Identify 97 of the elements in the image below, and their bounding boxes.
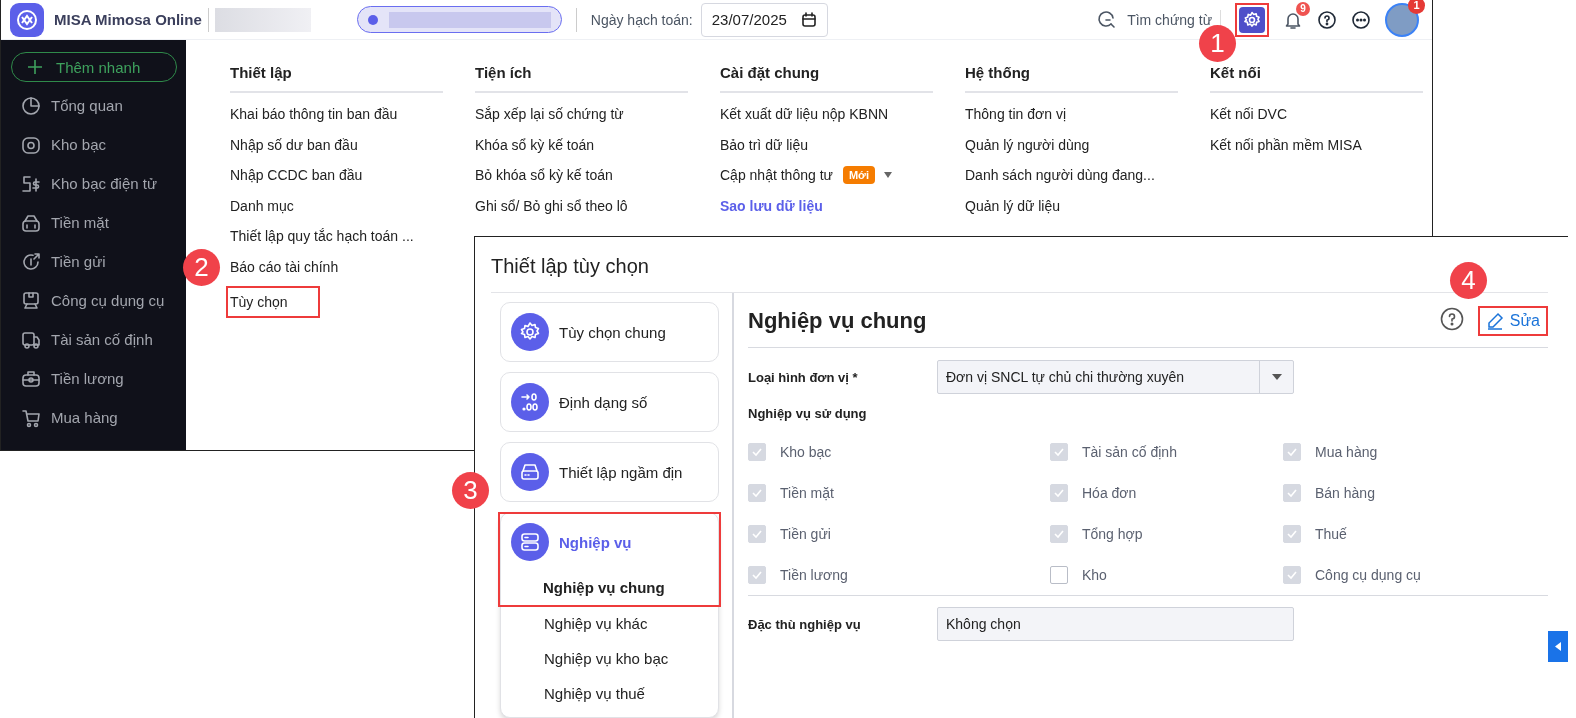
options-subnav-item[interactable]: Nghiệp vụ kho bạc <box>501 641 718 676</box>
sidebar-item[interactable]: Tiền mặt <box>11 203 177 242</box>
menu-item[interactable]: Kết xuất dữ liệu nộp KBNN <box>716 100 891 129</box>
avatar-badge: 1 <box>1408 0 1425 14</box>
menu-item[interactable]: Nhập CCDC ban đầu <box>226 161 365 190</box>
date-label: Ngày hạch toán: <box>590 11 693 28</box>
menu-item[interactable]: Báo cáo tài chính <box>226 252 341 281</box>
app-logo[interactable] <box>10 2 44 37</box>
caret-down-icon <box>1271 374 1282 380</box>
options-subnav-item[interactable]: Nghiệp vụ thuế <box>501 676 718 711</box>
options-subnav-item[interactable]: Nghiệp vụ khác <box>501 606 718 641</box>
menu-item[interactable]: Thiết lập quy tắc hạch toán ... <box>226 222 416 251</box>
options-nav-item[interactable]: Định dạng số <box>500 374 719 430</box>
truck-icon <box>21 329 41 350</box>
menu-item[interactable]: Khóa sổ kỳ kế toán <box>471 130 597 159</box>
options-subnav-item[interactable]: Nghiệp vụ chung <box>500 570 719 605</box>
notification-count: 9 <box>1296 1 1310 16</box>
edit-button[interactable]: Sửa <box>1477 306 1548 336</box>
menu-item[interactable]: Nhập số dư ban đầu <box>226 130 360 159</box>
field-label: Đặc thù nghiệp vụ <box>748 616 862 632</box>
menu-item[interactable]: Danh mục <box>226 191 296 220</box>
menu-item[interactable]: Khai báo thông tin ban đầu <box>226 100 400 129</box>
more-icon[interactable] <box>1351 9 1371 30</box>
menu-heading: Hệ thống <box>965 64 1178 93</box>
help-icon[interactable] <box>1439 307 1464 331</box>
checkbox-label: Bán hàng <box>1315 484 1375 501</box>
section-label: Nghiệp vụ sử dụng <box>748 406 868 421</box>
calendar-icon <box>800 11 817 28</box>
options-nav-item[interactable]: Tùy chọn chung <box>500 304 719 360</box>
checkbox-label: Tài sản cố định <box>1082 443 1177 460</box>
menu-item[interactable]: Cập nhật thông tư <box>716 161 835 190</box>
menu-heading: Kết nối <box>1210 64 1423 93</box>
dialog-title: Thiết lập tùy chọn <box>490 254 650 279</box>
server-icon <box>519 531 541 553</box>
cash-bag-icon <box>21 212 41 233</box>
gear-icon <box>519 321 541 343</box>
checkbox-label: Tiền gửi <box>780 525 831 542</box>
options-nav-item[interactable]: Nghiệp vụ <box>500 514 719 570</box>
menu-heading: Tiện ích <box>475 64 688 93</box>
menu-item[interactable]: Thông tin đơn vị <box>961 100 1068 129</box>
menu-link[interactable]: Sao lưu dữ liệu <box>716 191 825 220</box>
settings-icon <box>1243 10 1261 29</box>
menu-item[interactable]: Danh sách người dùng đang... <box>961 161 1157 190</box>
checkbox-label: Kho bạc <box>780 443 832 460</box>
caret-left-icon <box>1555 642 1561 651</box>
menu-item[interactable]: Ghi sổ/ Bỏ ghi sổ theo lô <box>471 191 630 220</box>
sidebar-item[interactable]: Kho bạc <box>11 125 177 164</box>
business-feature-field[interactable]: Không chọn <box>937 607 1294 641</box>
checkbox-label: Tiền mặt <box>780 484 834 501</box>
menu-item[interactable]: Quản lý người dùng <box>961 130 1092 159</box>
pencil-icon <box>1485 312 1504 330</box>
menu-item[interactable]: Bỏ khóa sổ kỳ kế toán <box>471 161 615 190</box>
menu-heading: Cài đặt chung <box>720 64 933 93</box>
checkbox-label: Tiền lương <box>780 566 848 583</box>
pie-chart-icon <box>21 95 41 116</box>
new-badge: Mới <box>842 166 875 185</box>
hard-drive-icon <box>519 461 541 483</box>
sidebar-item[interactable]: Tổng quan <box>11 86 177 125</box>
plus-icon <box>28 60 42 74</box>
monitor-stand-icon <box>21 290 41 311</box>
menu-item[interactable]: Sắp xếp lại số chứng từ <box>471 100 626 129</box>
sidebar-item[interactable]: Tài sản cố định <box>11 320 177 359</box>
side-panel-toggle[interactable] <box>1548 631 1568 662</box>
sidebar-item[interactable]: Tiền lương <box>11 359 177 398</box>
menu-item[interactable]: Tùy chọn <box>226 286 320 319</box>
coin-bag-icon <box>21 134 41 155</box>
checkbox-label: Công cụ dụng cụ <box>1315 566 1421 583</box>
field-label: Loại hình đơn vị * <box>748 369 859 385</box>
checkbox-label: Mua hàng <box>1315 443 1378 460</box>
help-icon[interactable] <box>1317 9 1337 30</box>
cart-icon <box>21 407 41 428</box>
unit-selector[interactable] <box>356 6 562 33</box>
section-title: Nghiệp vụ chung <box>748 308 928 334</box>
date-field[interactable]: 23/07/2025 <box>700 2 828 37</box>
briefcase-icon <box>21 368 41 389</box>
dollar-card-icon <box>21 173 41 194</box>
coin-arrow-icon <box>21 251 41 272</box>
checkbox-label: Kho <box>1082 566 1107 583</box>
menu-item[interactable]: Kết nối phần mềm MISA <box>1206 130 1364 159</box>
menu-item[interactable]: Kết nối DVC <box>1206 100 1290 129</box>
options-nav-item[interactable]: Thiết lập ngầm địn <box>500 444 719 500</box>
user-avatar[interactable] <box>1385 2 1419 37</box>
checkbox-label: Hóa đơn <box>1082 484 1137 501</box>
decimal-format-icon <box>519 391 541 413</box>
menu-heading: Thiết lập <box>230 64 443 93</box>
sidebar-item[interactable]: Kho bạc điện tử <box>11 164 177 203</box>
menu-item[interactable]: Bảo trì dữ liệu <box>716 130 810 159</box>
caret-down-icon <box>882 171 893 180</box>
sidebar-item[interactable]: Mua hàng <box>11 398 177 437</box>
search-icon <box>1097 9 1118 30</box>
sidebar-item[interactable]: Công cụ dụng cụ <box>11 281 177 320</box>
sidebar-item[interactable]: Tiền gửi <box>11 242 177 281</box>
menu-item[interactable]: Quản lý dữ liệu <box>961 191 1062 220</box>
checkbox-label: Thuế <box>1315 525 1347 542</box>
app-name: MISA Mimosa Online <box>54 11 202 28</box>
unit-type-dropdown[interactable]: Đơn vị SNCL tự chủ chi thường xuyên <box>937 360 1294 394</box>
checkbox-label: Tổng hợp <box>1082 525 1143 542</box>
